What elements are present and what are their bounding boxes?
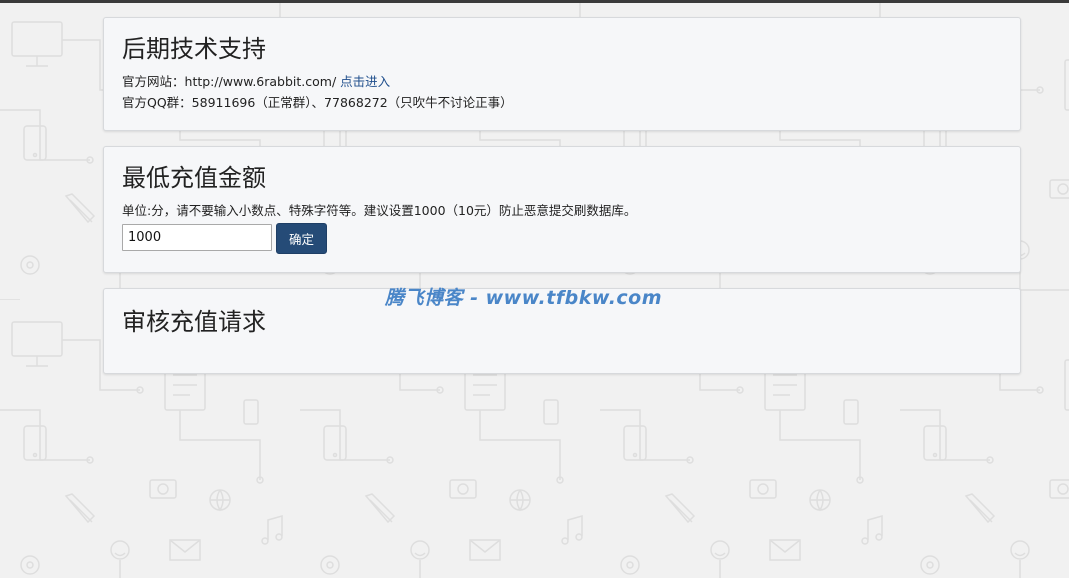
min-recharge-description: 单位:分，请不要输入小数点、特殊字符等。建议设置1000（10元）防止恶意提交刷…	[122, 203, 637, 218]
enter-site-link[interactable]: 点击进入	[340, 74, 390, 89]
support-panel: 后期技术支持 官方网站：http://www.6rabbit.com/ 点击进入…	[103, 17, 1021, 131]
min-recharge-title: 最低充值金额	[122, 164, 266, 192]
site-url: http://www.6rabbit.com/	[184, 74, 337, 89]
top-bar	[0, 0, 1069, 3]
watermark-text: 腾飞博客 - www.tfbkw.com	[385, 287, 663, 309]
review-recharge-title: 审核充值请求	[122, 308, 266, 336]
min-recharge-panel: 最低充值金额 单位:分，请不要输入小数点、特殊字符等。建议设置1000（10元）…	[103, 146, 1021, 273]
qq-group-line: 官方QQ群：58911696（正常群）、77868272（只吹牛不讨论正事）	[122, 95, 513, 110]
official-site-line: 官方网站：http://www.6rabbit.com/ 点击进入	[122, 73, 390, 91]
min-amount-input[interactable]	[122, 224, 272, 251]
support-title: 后期技术支持	[122, 35, 266, 63]
site-label: 官方网站：	[122, 74, 185, 89]
confirm-button[interactable]: 确定	[276, 223, 327, 254]
